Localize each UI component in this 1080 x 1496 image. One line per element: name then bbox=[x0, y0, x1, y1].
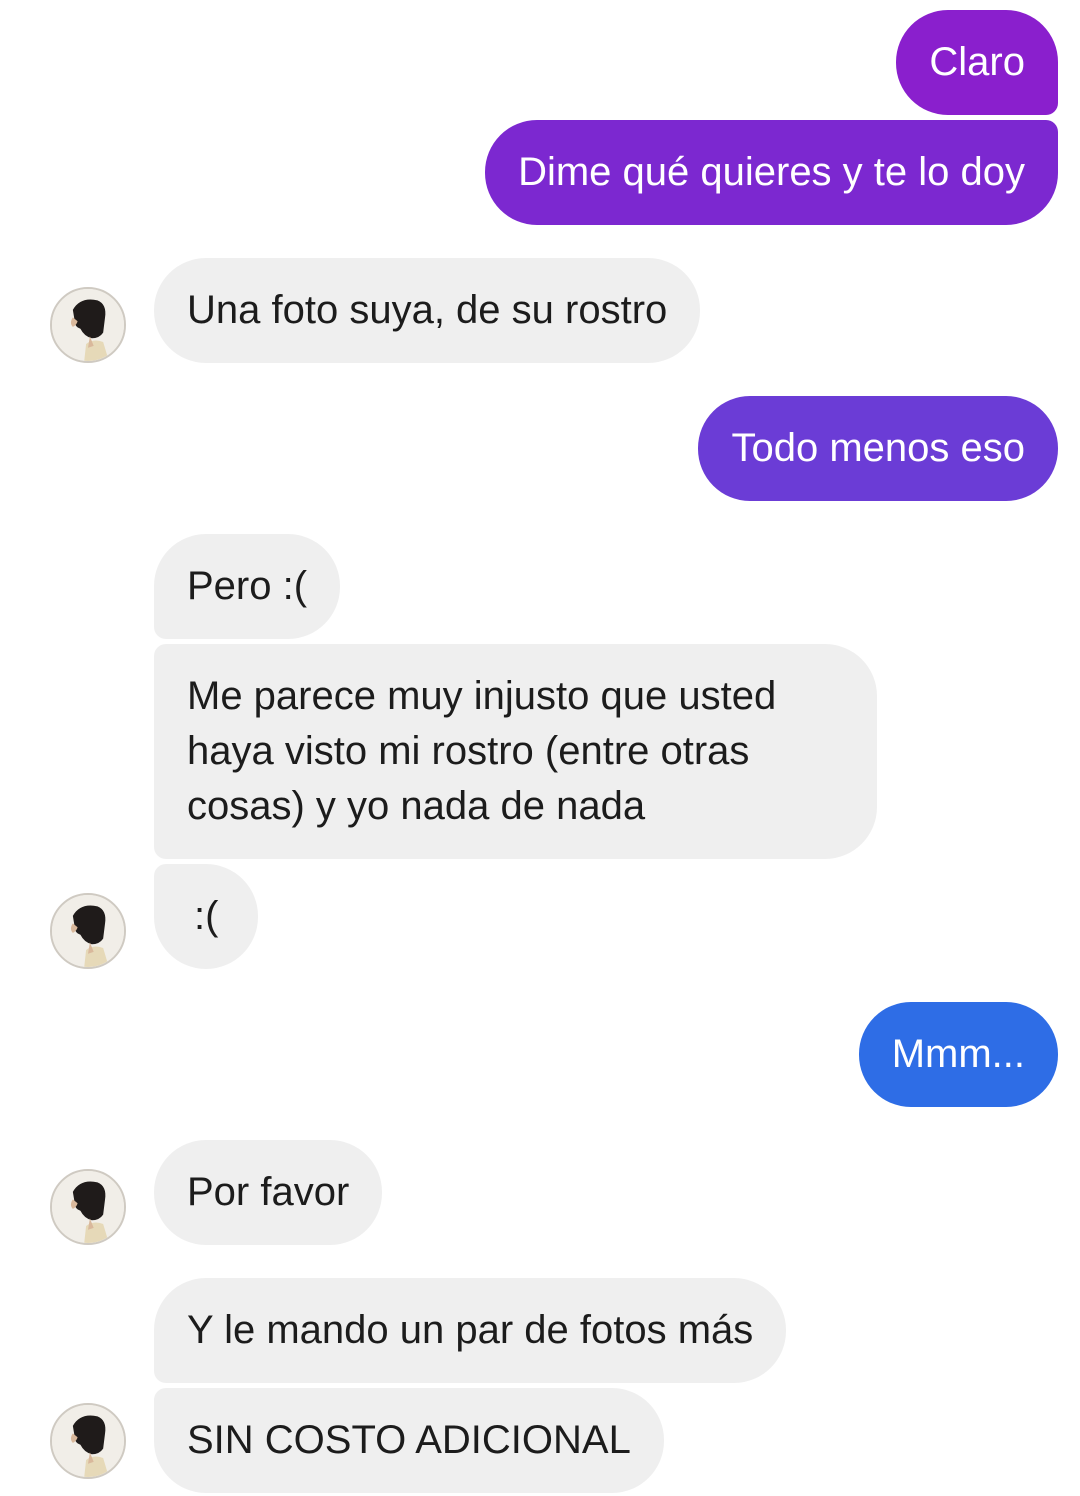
incoming-message-bubble[interactable]: Me parece muy injusto que usted haya vis… bbox=[154, 644, 877, 859]
incoming-message-bubble[interactable]: Y le mando un par de fotos más bbox=[154, 1278, 787, 1383]
incoming-message-bubble[interactable]: Una foto suya, de su rostro bbox=[154, 258, 701, 363]
outgoing-message-bubble[interactable]: Dime qué quieres y te lo doy bbox=[485, 120, 1058, 225]
contact-avatar-icon[interactable] bbox=[50, 287, 126, 363]
incoming-message-bubble[interactable]: Pero :( bbox=[154, 534, 341, 639]
incoming-message-bubble[interactable]: :( bbox=[154, 864, 259, 969]
incoming-message-bubble[interactable]: SIN COSTO ADICIONAL bbox=[154, 1388, 664, 1493]
outgoing-message-bubble[interactable]: Claro bbox=[896, 10, 1058, 115]
message-thread: Claro Dime qué quieres y te lo doy Una f… bbox=[0, 0, 1080, 1496]
outgoing-message-bubble[interactable]: Todo menos eso bbox=[698, 396, 1058, 501]
contact-avatar-icon[interactable] bbox=[50, 1169, 126, 1245]
incoming-message-bubble[interactable]: Por favor bbox=[154, 1140, 383, 1245]
contact-avatar-icon[interactable] bbox=[50, 893, 126, 969]
contact-avatar-icon[interactable] bbox=[50, 1403, 126, 1479]
outgoing-message-bubble[interactable]: Mmm... bbox=[858, 1002, 1058, 1107]
